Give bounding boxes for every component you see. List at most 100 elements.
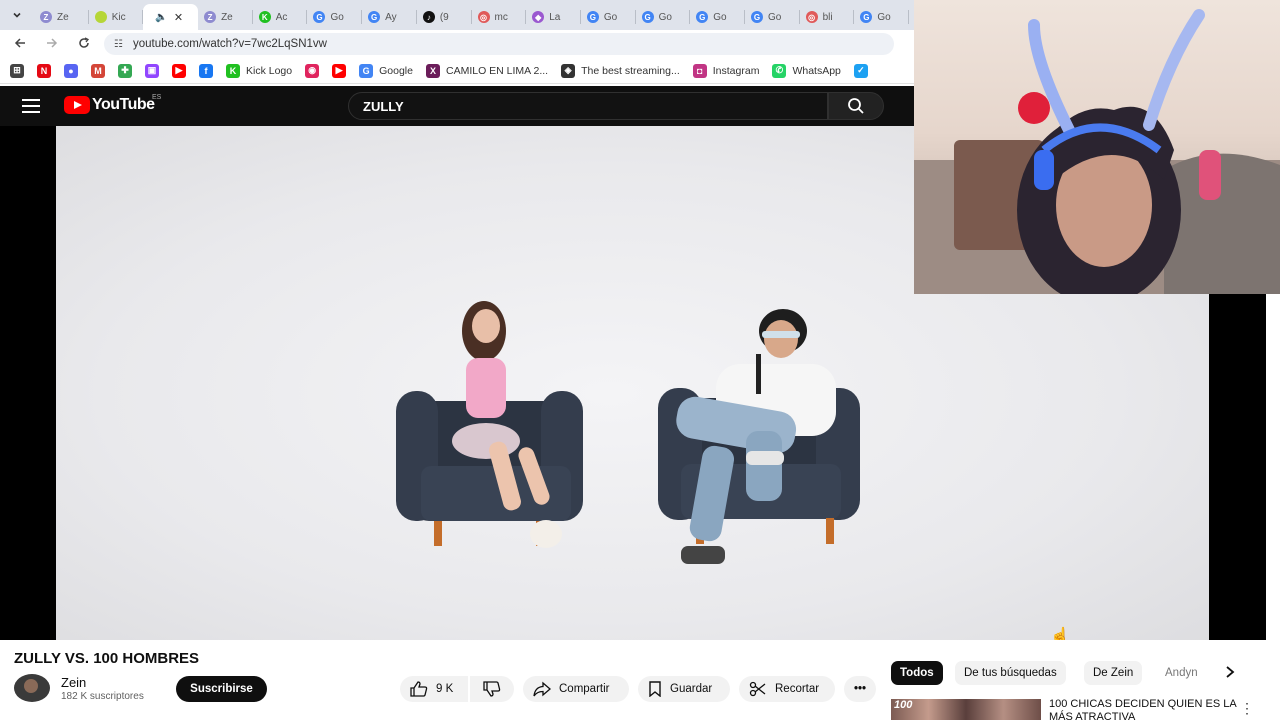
subscribe-button[interactable]: Suscribirse: [176, 676, 267, 702]
bookmark-label: Instagram: [712, 64, 760, 77]
dislike-button[interactable]: [470, 676, 514, 702]
browser-tab[interactable]: G Ay: [362, 4, 417, 30]
bookmark-item[interactable]: ▣: [145, 63, 159, 78]
recommended-thumbnail[interactable]: 100: [891, 699, 1041, 720]
browser-tab[interactable]: ◎ mc: [472, 4, 527, 30]
tab-favicon-icon: ◎: [477, 11, 490, 23]
site-settings-icon[interactable]: ☷: [114, 39, 123, 50]
bookmark-item[interactable]: f: [199, 63, 213, 78]
scrollbar-track[interactable]: [1266, 294, 1280, 640]
bookmark-item[interactable]: X CAMILO EN LIMA 2...: [425, 63, 549, 78]
thumbs-down-icon: [483, 681, 501, 697]
bookmark-item[interactable]: M: [91, 63, 105, 78]
browser-tab[interactable]: K Ac: [253, 4, 308, 30]
browser-tab[interactable]: Kic: [89, 4, 144, 30]
reload-button[interactable]: [68, 36, 100, 52]
chips-next-button[interactable]: [1224, 665, 1236, 684]
streaming-site-icon: ◈: [561, 63, 576, 78]
browser-tab[interactable]: G Go: [581, 4, 636, 30]
bookmark-item[interactable]: ▶: [332, 63, 347, 78]
tab-favicon-icon: G: [750, 11, 763, 23]
bookmark-item[interactable]: ✚: [118, 63, 132, 78]
browser-tab[interactable]: ♪ (9: [417, 4, 472, 30]
browser-tab[interactable]: G Go: [636, 4, 691, 30]
browser-tab[interactable]: G Go: [745, 4, 800, 30]
avatar[interactable]: [14, 674, 50, 702]
browser-tab[interactable]: Z Ze: [198, 4, 253, 30]
youtube-play-icon: [64, 96, 90, 114]
tab-label: Ay: [385, 11, 397, 23]
more-actions-button[interactable]: •••: [844, 676, 876, 702]
like-button[interactable]: 9 K: [400, 676, 468, 702]
share-button[interactable]: Compartir: [523, 676, 629, 702]
facebook-icon: f: [199, 63, 213, 78]
url-field[interactable]: ☷ youtube.com/watch?v=7wc2LqSN1vw: [104, 33, 894, 55]
forward-button[interactable]: [36, 36, 68, 52]
youtube-icon: ▶: [172, 63, 186, 78]
filter-chip[interactable]: Todos: [891, 661, 943, 685]
tab-search-button[interactable]: [0, 0, 34, 30]
filter-chip[interactable]: De tus búsquedas: [955, 661, 1066, 685]
tab-label: Ze: [221, 11, 233, 23]
clip-button[interactable]: Recortar: [739, 676, 835, 702]
youtube-header: YouTube ES ZULLY: [0, 86, 914, 126]
more-horizontal-icon: •••: [853, 683, 867, 695]
bookmark-item[interactable]: ✓: [853, 63, 868, 78]
browser-tab[interactable]: G Go: [690, 4, 745, 30]
channel-name[interactable]: Zein: [61, 675, 86, 690]
tab-label: Go: [603, 11, 618, 23]
tab-favicon-icon: G: [368, 11, 381, 23]
bookmark-item[interactable]: G Google: [359, 63, 413, 78]
video-info: ZULLY VS. 100 HOMBRES Zein 182 K suscrip…: [0, 640, 1280, 720]
browser-tab[interactable]: ◎ bli: [800, 4, 855, 30]
youtube-logo[interactable]: YouTube ES: [64, 94, 161, 114]
instagram-icon: ◘: [692, 63, 707, 78]
filter-chip[interactable]: Andyn: [1156, 661, 1214, 685]
bookmark-item[interactable]: K Kick Logo: [226, 63, 292, 78]
filter-chip[interactable]: De Zein: [1084, 661, 1143, 685]
whatsapp-icon: ✆: [772, 63, 787, 78]
bookmark-label: CAMILO EN LIMA 2...: [445, 64, 549, 77]
tab-list: Z Ze Kic 🔈 ✕ Z Ze K Ac G Go G Ay ♪ (9 ◎ mc ◆ La G Go G Go G Go G G…: [34, 0, 909, 30]
discord-icon: ●: [64, 63, 78, 78]
browser-tab[interactable]: Z Ze: [34, 4, 89, 30]
bookmark-item[interactable]: ▶: [172, 63, 186, 78]
tab-favicon-icon: G: [586, 11, 599, 23]
browser-tab-strip: Z Ze Kic 🔈 ✕ Z Ze K Ac G Go G Ay ♪ (9 ◎ mc ◆ La G Go G Go G Go G G…: [0, 0, 914, 30]
browser-tab[interactable]: ◆ La: [526, 4, 581, 30]
tab-favicon-icon: G: [641, 11, 654, 23]
menu-icon[interactable]: [22, 99, 40, 113]
more-vertical-icon[interactable]: ⋮: [1240, 700, 1254, 717]
bookmark-item[interactable]: ◉: [305, 63, 320, 78]
close-icon[interactable]: ✕: [174, 11, 183, 24]
like-count: 9 K: [436, 683, 454, 695]
bookmark-item[interactable]: ⊞: [10, 63, 24, 78]
bookmark-item[interactable]: ◈ The best streaming...: [561, 63, 680, 78]
address-bar-row: ☷ youtube.com/watch?v=7wc2LqSN1vw: [0, 30, 914, 58]
browser-tab-active[interactable]: 🔈 ✕: [143, 4, 199, 30]
recommended-video-title[interactable]: 100 CHICAS DECIDEN QUIEN ES LA MÁS ATRAC…: [1049, 698, 1239, 720]
back-button[interactable]: [4, 36, 36, 52]
save-button[interactable]: Guardar: [638, 676, 730, 702]
browser-tab[interactable]: G Go: [307, 4, 362, 30]
bookmark-item[interactable]: N: [37, 63, 51, 78]
bookmark-item[interactable]: ✆ WhatsApp: [772, 63, 841, 78]
tab-label: Go: [330, 11, 344, 23]
tab-label: Go: [713, 11, 727, 23]
tab-label: Ac: [275, 11, 288, 23]
subscriber-count: 182 K suscriptores: [61, 691, 144, 702]
bookmark-item[interactable]: ●: [64, 63, 78, 78]
browser-tab[interactable]: G Go: [854, 4, 909, 30]
bookmark-item[interactable]: ◘ Instagram: [692, 63, 760, 78]
bookmark-label: WhatsApp: [792, 64, 841, 77]
tab-favicon-icon: ♪: [422, 11, 435, 23]
tab-favicon-icon: ◆: [532, 11, 545, 23]
kick-icon: K: [226, 63, 240, 78]
arrow-right-icon: [47, 38, 58, 48]
tab-label: Go: [767, 11, 782, 23]
bookmark-label: Google: [379, 64, 413, 77]
speaker-icon[interactable]: 🔈: [155, 12, 167, 23]
search-button[interactable]: [828, 92, 884, 120]
gmail-icon: M: [91, 63, 105, 78]
search-input[interactable]: ZULLY: [348, 92, 828, 120]
